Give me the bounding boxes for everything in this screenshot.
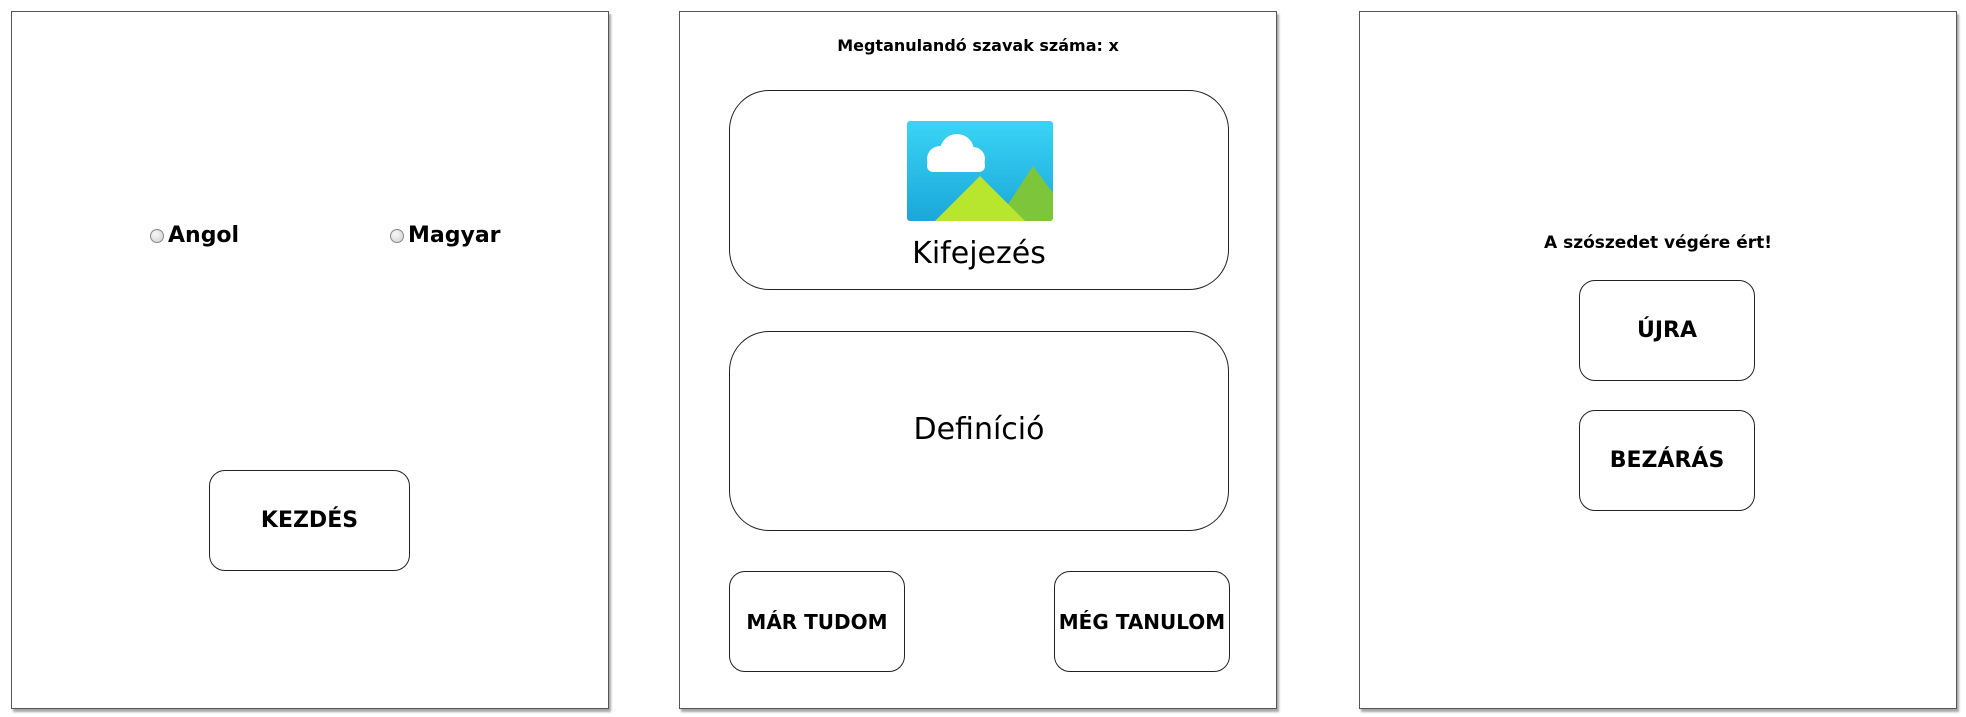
radio-button-magyar[interactable] — [390, 228, 404, 243]
expression-card[interactable]: Kifejezés — [729, 90, 1229, 290]
words-to-learn-count: Megtanulandó szavak száma: x — [837, 36, 1119, 55]
end-of-list-message: A szószedet végére ért! — [1544, 233, 1772, 253]
close-button[interactable]: BEZÁRÁS — [1579, 410, 1755, 511]
image-placeholder-icon — [907, 121, 1053, 221]
radio-label-magyar: Magyar — [408, 223, 501, 248]
learn-screen: Megtanulandó szavak száma: x Kifejezés D… — [679, 11, 1277, 709]
radio-button-angol[interactable] — [150, 228, 164, 243]
start-button[interactable]: KEZDÉS — [209, 470, 410, 571]
already-know-button[interactable]: MÁR TUDOM — [729, 571, 905, 672]
definition-text: Definíció — [913, 412, 1045, 447]
start-screen: Angol Magyar KEZDÉS — [11, 11, 609, 709]
definition-card[interactable]: Definíció — [729, 331, 1229, 531]
still-learning-button[interactable]: MÉG TANULOM — [1054, 571, 1230, 672]
restart-button[interactable]: ÚJRA — [1579, 280, 1755, 381]
radio-label-angol: Angol — [168, 223, 240, 248]
radio-magyar[interactable]: Magyar — [390, 223, 501, 248]
end-screen: A szószedet végére ért! ÚJRA BEZÁRÁS — [1359, 11, 1957, 709]
expression-text: Kifejezés — [912, 236, 1046, 271]
radio-angol[interactable]: Angol — [150, 223, 239, 248]
